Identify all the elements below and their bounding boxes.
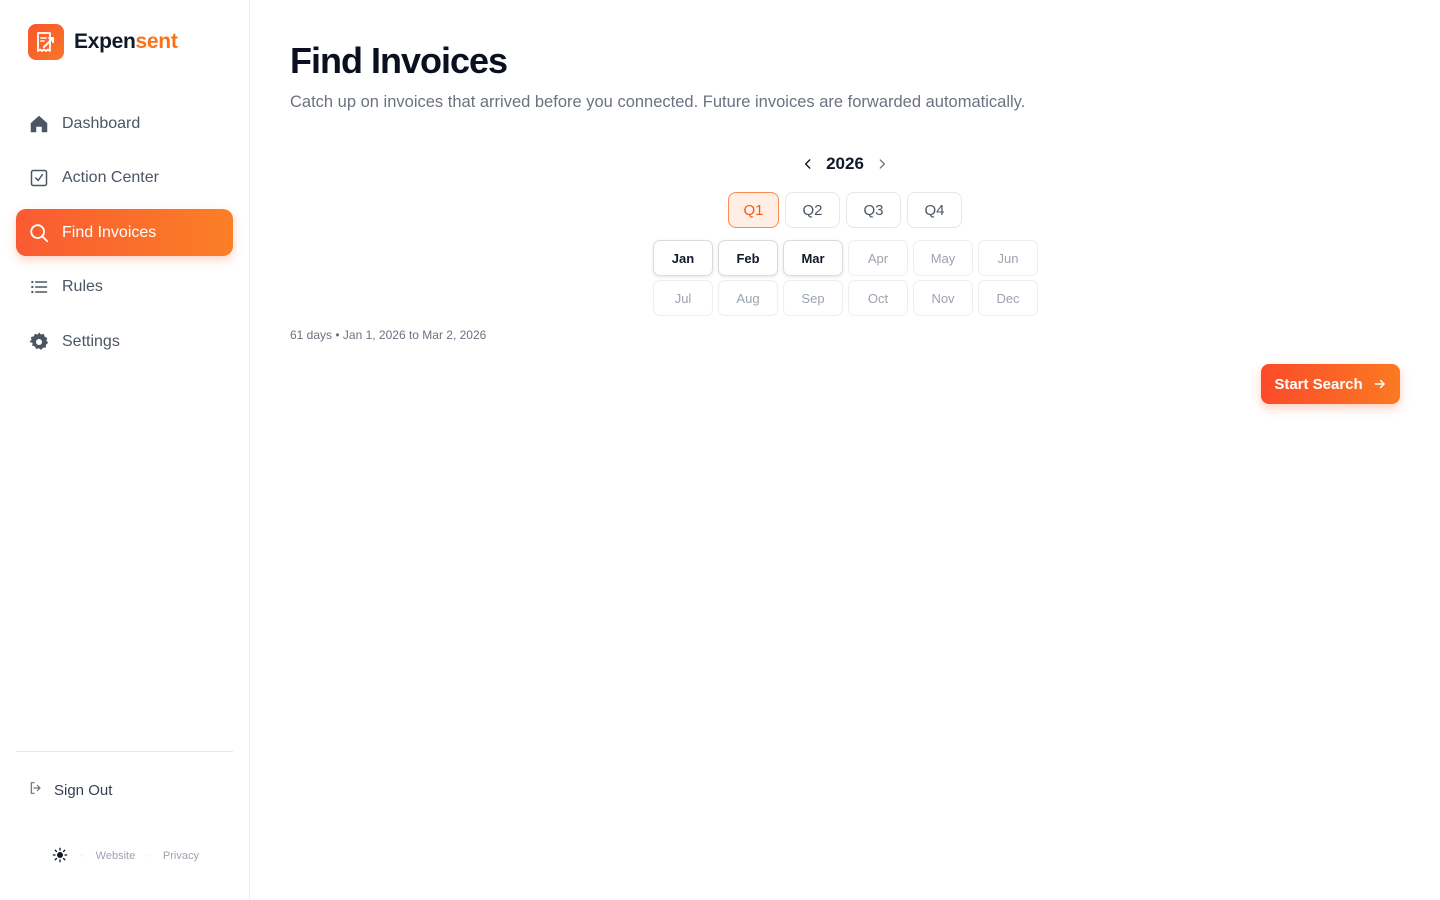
year-label: 2026 xyxy=(826,154,864,173)
sun-icon[interactable] xyxy=(52,847,68,866)
month-grid: Jan Feb Mar Apr May Jun Jul Aug Sep Oct … xyxy=(653,240,1038,316)
quarter-button-q1[interactable]: Q1 xyxy=(728,192,779,228)
gear-icon xyxy=(28,331,50,353)
month-button-dec[interactable]: Dec xyxy=(978,280,1038,316)
sidebar-item-find-invoices[interactable]: Find Invoices xyxy=(16,209,233,256)
list-icon xyxy=(28,276,50,298)
sidebar: Expensent Dashboard Action Center Find I… xyxy=(0,0,250,900)
month-button-oct[interactable]: Oct xyxy=(848,280,908,316)
search-icon xyxy=(28,222,50,244)
sidebar-item-action-center[interactable]: Action Center xyxy=(16,155,233,202)
date-range-summary: 61 days • Jan 1, 2026 to Mar 2, 2026 xyxy=(290,328,487,342)
sidebar-nav: Dashboard Action Center Find Invoices Ru… xyxy=(16,100,233,373)
sign-out-button[interactable]: Sign Out xyxy=(28,778,112,802)
month-button-mar[interactable]: Mar xyxy=(783,240,843,276)
footer-separator: · xyxy=(147,850,151,862)
month-button-may[interactable]: May xyxy=(913,240,973,276)
quarter-button-q4[interactable]: Q4 xyxy=(907,192,962,228)
month-button-jun[interactable]: Jun xyxy=(978,240,1038,276)
month-button-feb[interactable]: Feb xyxy=(718,240,778,276)
sidebar-item-dashboard[interactable]: Dashboard xyxy=(16,100,233,147)
sidebar-item-rules[interactable]: Rules xyxy=(16,264,233,311)
quarter-button-q3[interactable]: Q3 xyxy=(846,192,901,228)
sidebar-item-label: Settings xyxy=(62,332,120,350)
quarter-button-q2[interactable]: Q2 xyxy=(785,192,840,228)
sidebar-divider xyxy=(16,751,233,752)
sidebar-item-settings[interactable]: Settings xyxy=(16,318,233,365)
website-link[interactable]: Website xyxy=(96,850,136,862)
month-button-jul[interactable]: Jul xyxy=(653,280,713,316)
sidebar-item-label: Rules xyxy=(62,278,103,295)
month-button-aug[interactable]: Aug xyxy=(718,280,778,316)
chevron-left-icon[interactable] xyxy=(800,156,816,172)
sidebar-item-label: Find Invoices xyxy=(62,223,157,241)
month-button-sep[interactable]: Sep xyxy=(783,280,843,316)
page-title: Find Invoices xyxy=(290,40,508,81)
brand-name: Expensent xyxy=(74,30,178,53)
sign-out-icon xyxy=(28,780,44,801)
home-icon xyxy=(28,113,50,135)
month-button-nov[interactable]: Nov xyxy=(913,280,973,316)
check-square-icon xyxy=(28,167,50,189)
start-search-button[interactable]: Start Search xyxy=(1261,364,1400,404)
logo-icon xyxy=(28,24,64,60)
sidebar-footer: · Website · Privacy xyxy=(52,846,199,866)
footer-separator: · xyxy=(80,850,84,862)
sidebar-item-label: Action Center xyxy=(62,169,159,186)
brand[interactable]: Expensent xyxy=(28,24,178,60)
page-subtitle: Catch up on invoices that arrived before… xyxy=(290,93,1026,111)
start-search-label: Start Search xyxy=(1274,375,1363,393)
chevron-right-icon[interactable] xyxy=(874,156,890,172)
month-button-apr[interactable]: Apr xyxy=(848,240,908,276)
sign-out-label: Sign Out xyxy=(54,781,113,799)
quarter-selector: Q1 Q2 Q3 Q4 xyxy=(728,192,968,228)
year-selector: 2026 xyxy=(800,150,890,178)
privacy-link[interactable]: Privacy xyxy=(163,850,199,862)
month-button-jan[interactable]: Jan xyxy=(653,240,713,276)
sidebar-item-label: Dashboard xyxy=(62,114,141,132)
arrow-right-icon xyxy=(1373,377,1387,391)
